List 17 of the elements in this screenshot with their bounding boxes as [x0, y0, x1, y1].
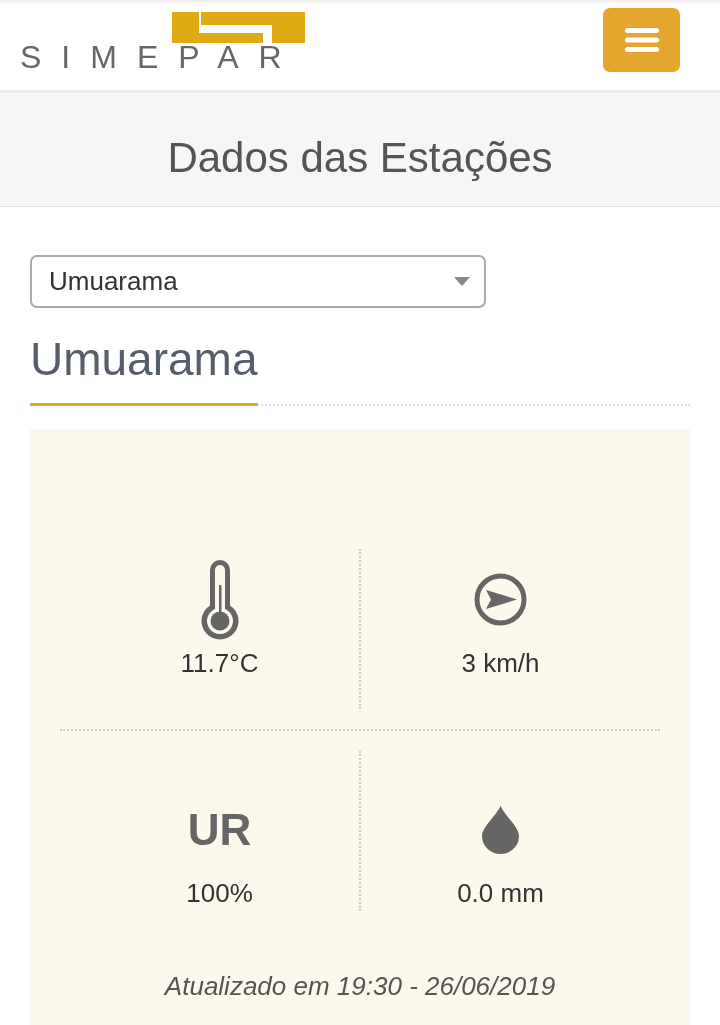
menu-icon: [624, 28, 659, 52]
thermometer-icon: [199, 559, 240, 640]
updated-time: Atualizado em 19:30 - 26/06/2019: [162, 970, 557, 1002]
page-title: Dados das Estações: [167, 133, 553, 184]
reading-value: 0.0 mm: [457, 877, 544, 909]
arrow-circle-icon: [474, 573, 527, 627]
humidity-label: UR: [187, 807, 252, 852]
reading-value: 100%: [186, 877, 253, 909]
menu-button[interactable]: [603, 8, 680, 72]
drop-icon: [482, 805, 519, 854]
station-select[interactable]: Umuarama: [30, 255, 486, 308]
station-heading: Umuarama: [30, 332, 258, 407]
reading-value: 11.7°C: [180, 647, 259, 679]
logo-shape-icon: [172, 12, 305, 43]
logo-text: SIMEPAR: [20, 41, 302, 73]
reading-value: 3 km/h: [461, 647, 540, 679]
caret-icon: [454, 277, 470, 286]
